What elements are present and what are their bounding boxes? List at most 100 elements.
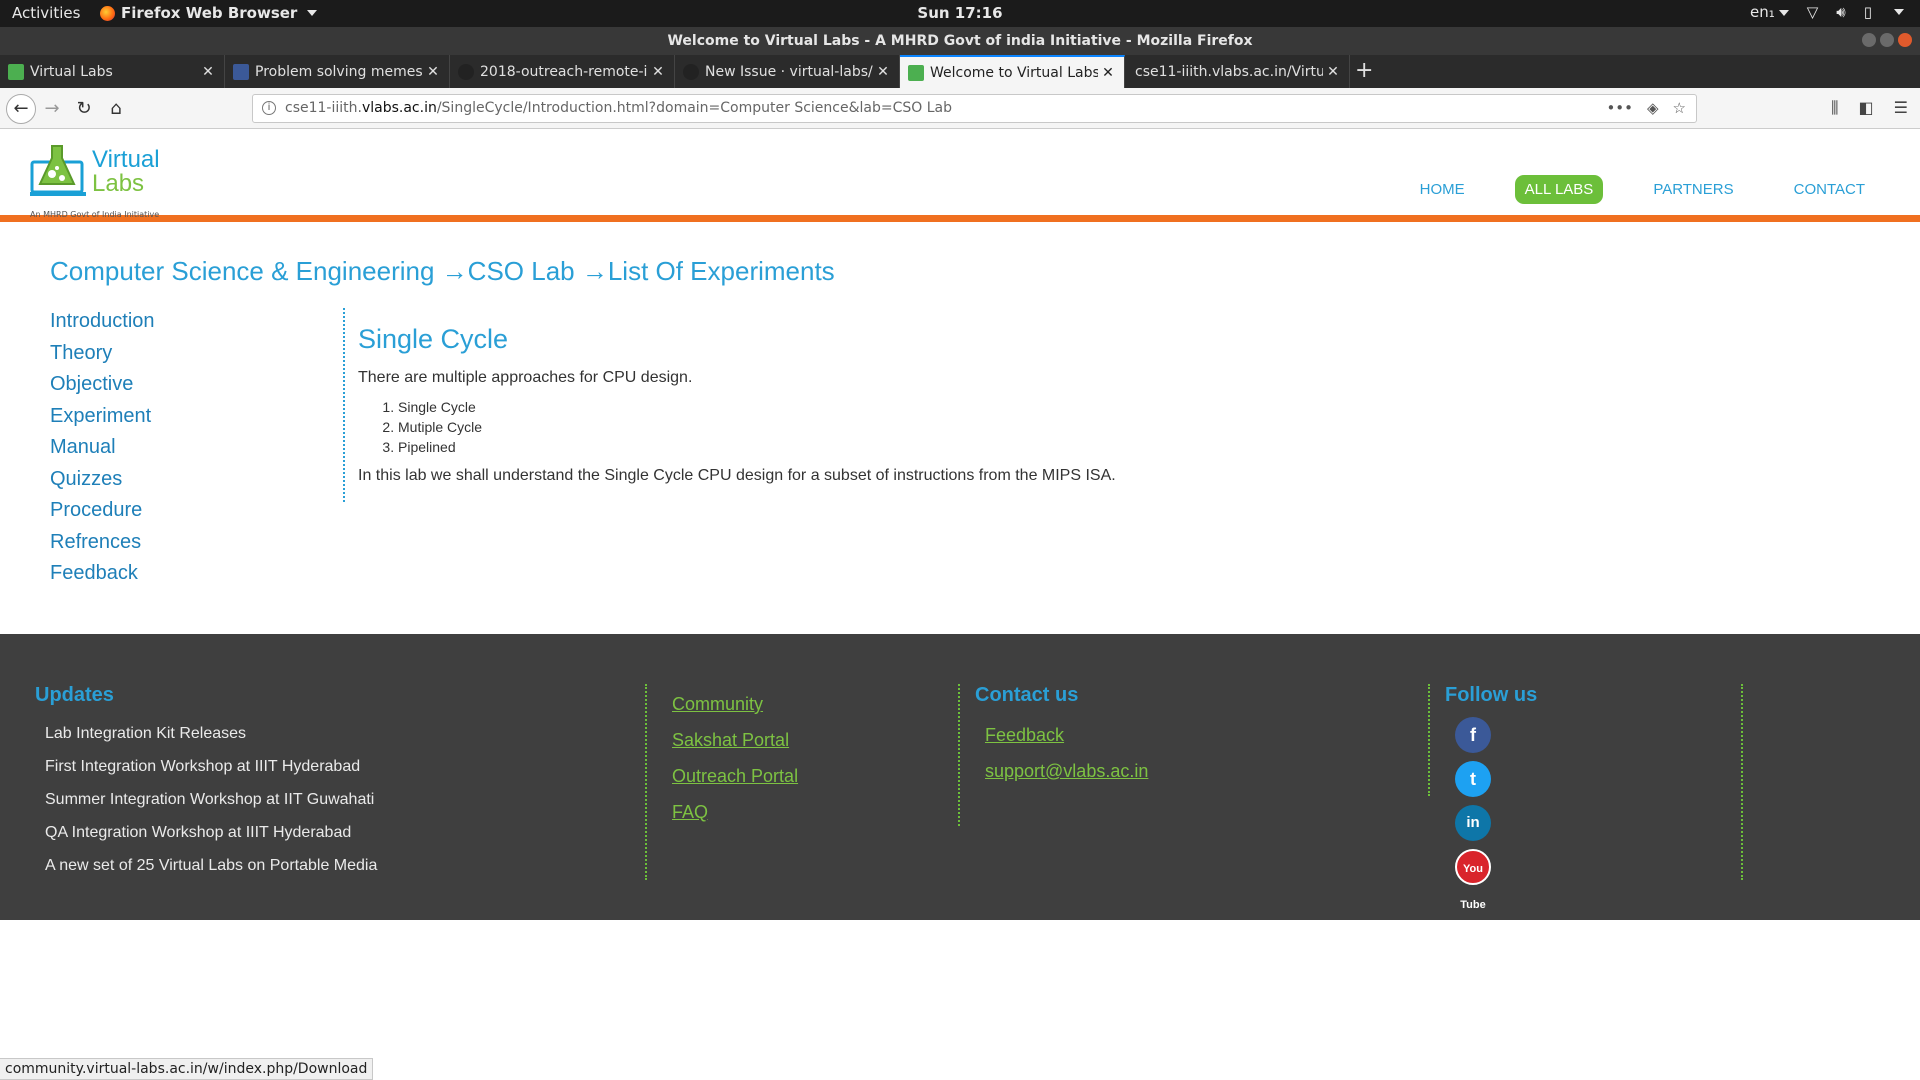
sidemenu-introduction[interactable]: Introduction [50,306,340,338]
tab-new-issue[interactable]: New Issue · virtual-labs/c ✕ [675,55,900,88]
info-icon[interactable]: i [262,101,276,115]
tab-problem-solving-memes[interactable]: Problem solving memes ✕ [225,55,450,88]
bookmark-star-icon[interactable]: ☆ [1673,95,1686,122]
logo-tagline: An MHRD Govt of India Initiative [30,210,160,219]
wifi-icon: ▽ [1806,3,1819,21]
sidemenu-references[interactable]: Refrences [50,527,340,559]
update-item[interactable]: Summer Integration Workshop at IIT Guwah… [35,783,377,816]
new-tab-button[interactable]: + [1355,58,1373,83]
virtual-labs-favicon-icon [908,64,924,81]
sidemenu-feedback[interactable]: Feedback [50,558,340,590]
close-tab-icon[interactable]: ✕ [423,64,443,80]
reload-button[interactable]: ↻ [72,97,96,121]
content-intro: There are multiple approaches for CPU de… [358,369,693,386]
clock[interactable]: Sun 17:16 [0,4,1920,22]
experiment-side-menu: Introduction Theory Objective Experiment… [50,306,340,590]
update-item[interactable]: A new set of 25 Virtual Labs on Portable… [35,849,377,882]
tab-virtual-labs[interactable]: Virtual Labs ✕ [0,55,225,88]
language-indicator[interactable]: en₁ [1750,3,1789,21]
update-item[interactable]: First Integration Workshop at IIIT Hyder… [35,750,377,783]
page-actions-icon[interactable]: ••• [1606,95,1633,122]
updates-heading: Updates [35,684,114,706]
github-favicon-icon [458,63,474,80]
close-tab-icon[interactable]: ✕ [1323,64,1343,80]
list-item: Single Cycle [398,397,1116,417]
sidemenu-experiment[interactable]: Experiment [50,401,340,433]
approach-list: Single Cycle Mutiple Cycle Pipelined [398,397,1116,457]
hamburger-menu-icon[interactable]: ☰ [1894,98,1908,118]
tab-cse11-iiith[interactable]: cse11-iiith.vlabs.ac.in/Virtu ✕ [1125,55,1350,88]
github-favicon-icon [683,63,699,80]
link-faq[interactable]: FAQ [672,794,798,830]
navigation-toolbar: ← → ↻ ⌂ i cse11-iiith.vlabs.ac.in/Single… [0,88,1920,129]
tab-outreach-remote[interactable]: 2018-outreach-remote-i ✕ [450,55,675,88]
update-item[interactable]: QA Integration Workshop at IIIT Hyderaba… [35,816,377,849]
pocket-icon[interactable]: ◈ [1647,95,1659,122]
close-tab-icon[interactable]: ✕ [873,64,893,80]
content-divider [343,308,345,502]
window-title: Welcome to Virtual Labs - A MHRD Govt of… [667,33,1253,49]
link-status-bar: community.virtual-labs.ac.in/w/index.php… [0,1058,374,1080]
tab-welcome-virtual-labs[interactable]: Welcome to Virtual Labs ✕ [900,55,1125,88]
youtube-icon[interactable]: You Tube [1455,849,1491,911]
sidebar-icon[interactable]: ◧ [1859,98,1874,118]
logo-text-labs: Labs [92,170,145,197]
link-community[interactable]: Community [672,686,798,722]
link-support-email[interactable]: support@vlabs.ac.in [975,753,1148,789]
link-outreach-portal[interactable]: Outreach Portal [672,758,798,794]
nav-all-labs[interactable]: ALL LABS [1514,175,1604,204]
twitter-icon[interactable]: t [1455,761,1491,797]
system-tray[interactable]: en₁ ▽ 🔊︎ ▯ [1750,3,1904,21]
sidemenu-objective[interactable]: Objective [50,369,340,401]
follow-heading: Follow us [1445,684,1538,706]
main-content: Single Cycle There are multiple approach… [358,324,1116,495]
update-item[interactable]: Lab Integration Kit Releases [35,717,377,750]
close-tab-icon[interactable]: ✕ [648,64,668,80]
close-window-button[interactable] [1898,33,1912,47]
battery-icon: ▯ [1863,3,1872,21]
follow-section: Follow us f t in You Tube [1445,684,1538,911]
close-tab-icon[interactable]: ✕ [198,64,218,80]
list-item: Mutiple Cycle [398,417,1116,437]
forward-button[interactable]: → [40,97,64,121]
virtual-labs-logo[interactable]: Virtual Labs An MHRD Govt of India Initi… [30,140,170,220]
sidemenu-procedure[interactable]: Procedure [50,495,340,527]
site-header: Virtual Labs An MHRD Govt of India Initi… [0,130,1920,222]
system-top-bar: Activities Firefox Web Browser Sun 17:16… [0,0,1920,27]
close-tab-icon[interactable]: ✕ [1098,65,1118,81]
footer-divider [645,684,647,880]
footer-links: Community Sakshat Portal Outreach Portal… [672,686,798,830]
nav-home[interactable]: HOME [1410,175,1475,204]
nav-contact[interactable]: CONTACT [1784,175,1875,204]
list-item: Pipelined [398,437,1116,457]
breadcrumb[interactable]: Computer Science & Engineering →CSO Lab … [50,256,835,287]
contact-heading: Contact us [975,684,1079,706]
maximize-button[interactable] [1880,33,1894,47]
link-sakshat-portal[interactable]: Sakshat Portal [672,722,798,758]
linkedin-icon[interactable]: in [1455,805,1491,841]
facebook-icon[interactable]: f [1455,717,1491,753]
back-button[interactable]: ← [6,94,36,124]
volume-icon: 🔊︎ [1836,3,1846,21]
logo-text-virtual: Virtual [92,146,160,173]
tab-strip: Virtual Labs ✕ Problem solving memes ✕ 2… [0,55,1920,88]
home-button[interactable]: ⌂ [104,97,128,121]
url-bar[interactable]: i cse11-iiith.vlabs.ac.in/SingleCycle/In… [252,94,1697,123]
sidemenu-manual[interactable]: Manual [50,432,340,464]
updates-section: Updates Lab Integration Kit Releases Fir… [35,684,377,882]
sidemenu-quizzes[interactable]: Quizzes [50,464,340,496]
flask-laptop-icon [30,145,86,196]
virtual-labs-favicon-icon [8,63,24,80]
link-feedback[interactable]: Feedback [975,717,1148,753]
footer-divider [958,684,960,826]
minimize-button[interactable] [1862,33,1876,47]
library-icon[interactable]: ⫼ [1831,98,1838,118]
nav-partners[interactable]: PARTNERS [1643,175,1743,204]
footer-divider [1428,684,1430,796]
site-footer: Updates Lab Integration Kit Releases Fir… [0,634,1920,920]
sidemenu-theory[interactable]: Theory [50,338,340,370]
content-summary: In this lab we shall understand the Sing… [358,467,1116,484]
footer-divider [1741,684,1743,880]
content-title: Single Cycle [358,324,509,354]
facebook-favicon-icon [233,63,249,80]
